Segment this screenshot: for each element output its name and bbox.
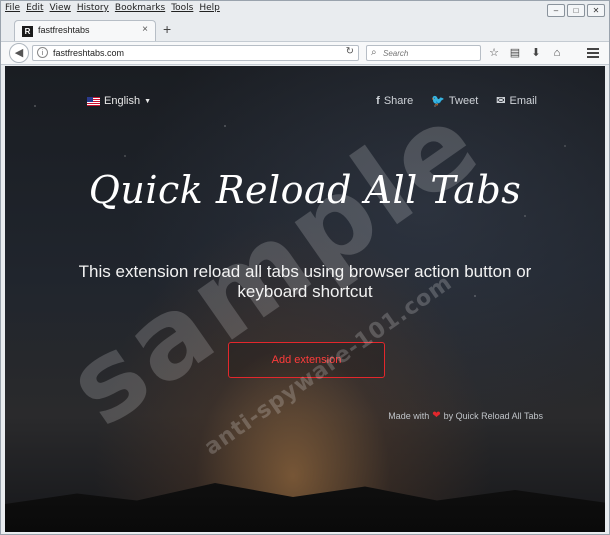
tab-title: fastfreshtabs [38,25,90,35]
menu-help[interactable]: Help [199,1,220,15]
us-flag-icon [87,96,100,106]
made-with-footer: Made with ❤ by Quick Reload All Tabs [388,410,543,421]
language-selector[interactable]: English ▼ [87,95,151,107]
email-link[interactable]: ✉ Email [496,94,537,108]
email-icon: ✉ [496,95,506,107]
menu-edit[interactable]: Edit [26,1,43,15]
language-label: English [104,95,141,107]
toolbar-icons: ☆ ▤ ⬇ ⌂ [487,45,564,61]
maximize-button[interactable]: □ [567,4,585,17]
menu-bookmarks[interactable]: Bookmarks [115,1,165,15]
minimize-button[interactable]: – [547,4,565,17]
site-favicon-icon: R [22,26,33,37]
url-text[interactable]: fastfreshtabs.com [53,48,124,58]
facebook-icon: f [376,94,380,107]
hamburger-menu-icon[interactable] [587,46,599,60]
url-bar[interactable]: i fastfreshtabs.com ↻ [32,45,359,61]
reading-list-icon[interactable]: ▤ [508,45,522,61]
reload-icon[interactable]: ↻ [346,46,354,57]
site-info-icon[interactable]: i [37,47,48,58]
search-box[interactable]: ⌕ [366,45,481,61]
bookmark-star-icon[interactable]: ☆ [487,45,501,61]
tab-strip: R fastfreshtabs × + [1,18,609,41]
menu-bar: File Edit View History Bookmarks Tools H… [5,1,220,15]
search-input[interactable] [383,47,473,59]
search-icon: ⌕ [371,47,377,58]
caret-down-icon: ▼ [144,97,152,105]
close-window-button[interactable]: ✕ [587,4,605,17]
browser-window: File Edit View History Bookmarks Tools H… [0,0,610,535]
download-icon[interactable]: ⬇ [529,45,543,61]
web-page-content: English ▼ f Share 🐦 Tweet ✉ Email Quick … [5,66,605,532]
back-arrow-icon: ◀ [14,47,24,59]
close-tab-icon[interactable]: × [142,24,148,35]
back-button[interactable]: ◀ [9,43,29,63]
tab-fastfreshtabs[interactable]: R fastfreshtabs × [14,20,156,41]
navigation-toolbar: ◀ i fastfreshtabs.com ↻ ⌕ ☆ ▤ ⬇ ⌂ [1,41,609,65]
made-with-label: Made with [388,410,430,421]
tweet-label: Tweet [448,94,479,107]
window-controls: – □ ✕ [547,4,605,17]
menu-tools[interactable]: Tools [171,1,193,15]
menu-view[interactable]: View [50,1,71,15]
menu-history[interactable]: History [77,1,109,15]
new-tab-button[interactable]: + [163,21,171,37]
by-label[interactable]: by Quick Reload All Tabs [444,411,543,421]
email-label: Email [509,94,537,107]
heart-icon: ❤ [432,410,441,421]
home-icon[interactable]: ⌂ [550,45,564,61]
menu-file[interactable]: File [5,1,20,15]
